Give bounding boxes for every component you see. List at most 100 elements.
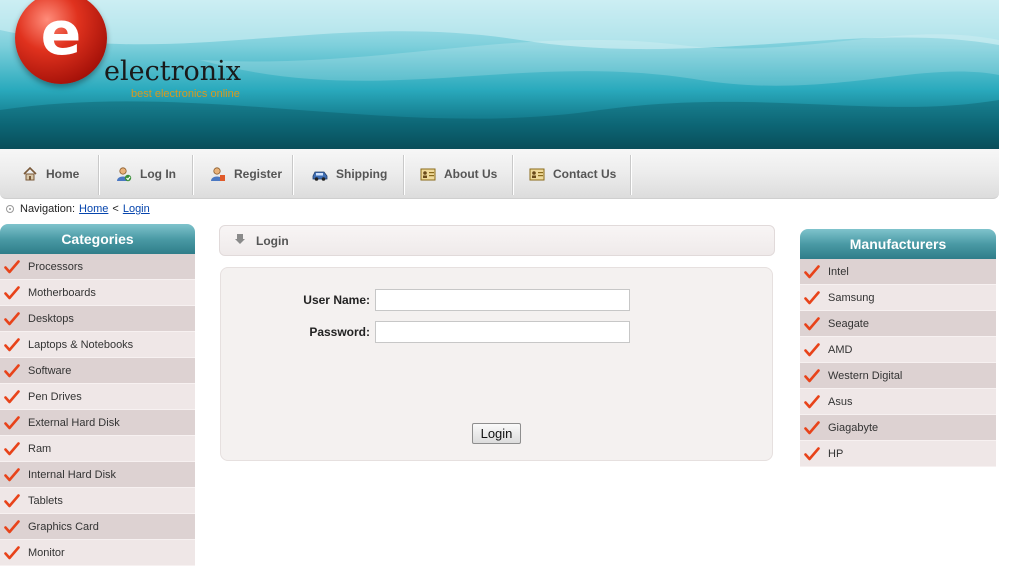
- manufacturer-item-label: AMD: [828, 343, 853, 356]
- manufacturer-item[interactable]: Western Digital: [800, 363, 996, 389]
- manufacturer-item[interactable]: Giagabyte: [800, 415, 996, 441]
- category-item[interactable]: Graphics Card: [0, 514, 195, 540]
- category-item-label: Tablets: [28, 494, 63, 507]
- logo-letter: e: [40, 0, 82, 69]
- category-item[interactable]: Laptops & Notebooks: [0, 332, 195, 358]
- car-icon: [312, 166, 328, 182]
- nav-divider: [630, 155, 632, 195]
- nav-divider: [512, 155, 514, 195]
- manufacturer-item[interactable]: Intel: [800, 259, 996, 285]
- main-navigation: Home Log In Register Shipping About Us C…: [0, 149, 999, 199]
- checkmark-icon: [4, 337, 20, 353]
- category-item-label: Desktops: [28, 312, 74, 325]
- nav-shipping[interactable]: Shipping: [312, 149, 387, 199]
- nav-divider: [292, 155, 294, 195]
- category-item-label: Ram: [28, 442, 52, 455]
- checkmark-icon: [4, 493, 20, 509]
- manufacturer-item[interactable]: HP: [800, 441, 996, 467]
- category-item[interactable]: Processors: [0, 254, 195, 280]
- page: e electronix best electronics online Hom…: [0, 0, 1012, 575]
- nav-about-label: About Us: [444, 167, 498, 181]
- nav-home[interactable]: Home: [22, 149, 79, 199]
- checkmark-icon: [4, 311, 20, 327]
- checkmark-icon: [4, 415, 20, 431]
- breadcrumb-login-link[interactable]: Login: [123, 203, 150, 215]
- checkmark-icon: [804, 264, 820, 280]
- category-item-label: Monitor: [28, 546, 65, 559]
- manufacturer-item[interactable]: Samsung: [800, 285, 996, 311]
- checkmark-icon: [4, 441, 20, 457]
- manufacturer-item[interactable]: Asus: [800, 389, 996, 415]
- bullet-icon: [6, 205, 14, 213]
- nav-contact[interactable]: Contact Us: [529, 149, 616, 199]
- checkmark-icon: [804, 316, 820, 332]
- checkmark-icon: [4, 259, 20, 275]
- contact-card-icon: [529, 166, 545, 182]
- nav-login-label: Log In: [140, 167, 176, 181]
- username-label: User Name:: [303, 293, 370, 307]
- manufacturer-item[interactable]: AMD: [800, 337, 996, 363]
- logo-name: electronix: [104, 56, 241, 87]
- category-item[interactable]: Pen Drives: [0, 384, 195, 410]
- nav-divider: [98, 155, 100, 195]
- checkmark-icon: [4, 389, 20, 405]
- nav-register[interactable]: Register: [210, 149, 282, 199]
- category-item[interactable]: External Hard Disk: [0, 410, 195, 436]
- login-button[interactable]: Login: [472, 423, 521, 444]
- nav-about[interactable]: About Us: [420, 149, 497, 199]
- manufacturers-heading: Manufacturers: [800, 229, 996, 259]
- down-arrow-icon: [234, 233, 246, 248]
- contact-card-icon: [420, 166, 436, 182]
- manufacturer-item-label: Giagabyte: [828, 421, 879, 434]
- manufacturer-item[interactable]: Seagate: [800, 311, 996, 337]
- login-panel-title: Login: [256, 233, 289, 248]
- category-item-label: External Hard Disk: [28, 416, 120, 429]
- category-item-label: Internal Hard Disk: [28, 468, 117, 481]
- checkmark-icon: [804, 420, 820, 436]
- password-input[interactable]: [375, 321, 630, 343]
- checkmark-icon: [804, 446, 820, 462]
- category-item-label: Motherboards: [28, 286, 96, 299]
- user-login-icon: [116, 166, 132, 182]
- category-item[interactable]: Motherboards: [0, 280, 195, 306]
- category-item-label: Processors: [28, 260, 84, 273]
- nav-divider: [403, 155, 405, 195]
- checkmark-icon: [804, 342, 820, 358]
- nav-login[interactable]: Log In: [116, 149, 176, 199]
- manufacturer-item-label: Intel: [828, 265, 849, 278]
- nav-shipping-label: Shipping: [336, 167, 388, 181]
- nav-home-label: Home: [46, 167, 80, 181]
- logo-tagline: best electronics online: [131, 88, 240, 100]
- category-item[interactable]: Software: [0, 358, 195, 384]
- checkmark-icon: [4, 467, 20, 483]
- category-item-label: Software: [28, 364, 72, 377]
- category-item-label: Pen Drives: [28, 390, 82, 403]
- breadcrumb-home-link[interactable]: Home: [79, 203, 108, 215]
- breadcrumb: Navigation: Home < Login: [6, 203, 150, 215]
- username-input[interactable]: [375, 289, 630, 311]
- manufacturer-item-label: Seagate: [828, 317, 869, 330]
- login-panel-header: Login: [219, 225, 775, 256]
- manufacturer-item-label: HP: [828, 447, 844, 460]
- password-label: Password:: [309, 325, 370, 339]
- checkmark-icon: [4, 285, 20, 301]
- category-item-label: Laptops & Notebooks: [28, 338, 134, 351]
- categories-heading: Categories: [0, 224, 195, 254]
- category-item[interactable]: Tablets: [0, 488, 195, 514]
- manufacturers-list: Intel Samsung Seagate AMD Western Digital Asu…: [800, 259, 996, 467]
- category-item[interactable]: Ram: [0, 436, 195, 462]
- category-item[interactable]: Monitor: [0, 540, 195, 566]
- breadcrumb-separator: <: [112, 203, 119, 215]
- user-register-icon: [210, 166, 226, 182]
- category-item[interactable]: Desktops: [0, 306, 195, 332]
- checkmark-icon: [4, 545, 20, 561]
- nav-divider: [192, 155, 194, 195]
- breadcrumb-prefix: Navigation:: [20, 203, 76, 215]
- manufacturer-item-label: Samsung: [828, 291, 875, 304]
- nav-contact-label: Contact Us: [553, 167, 617, 181]
- checkmark-icon: [804, 290, 820, 306]
- home-icon: [22, 166, 38, 182]
- category-item[interactable]: Internal Hard Disk: [0, 462, 195, 488]
- checkmark-icon: [804, 394, 820, 410]
- checkmark-icon: [804, 368, 820, 384]
